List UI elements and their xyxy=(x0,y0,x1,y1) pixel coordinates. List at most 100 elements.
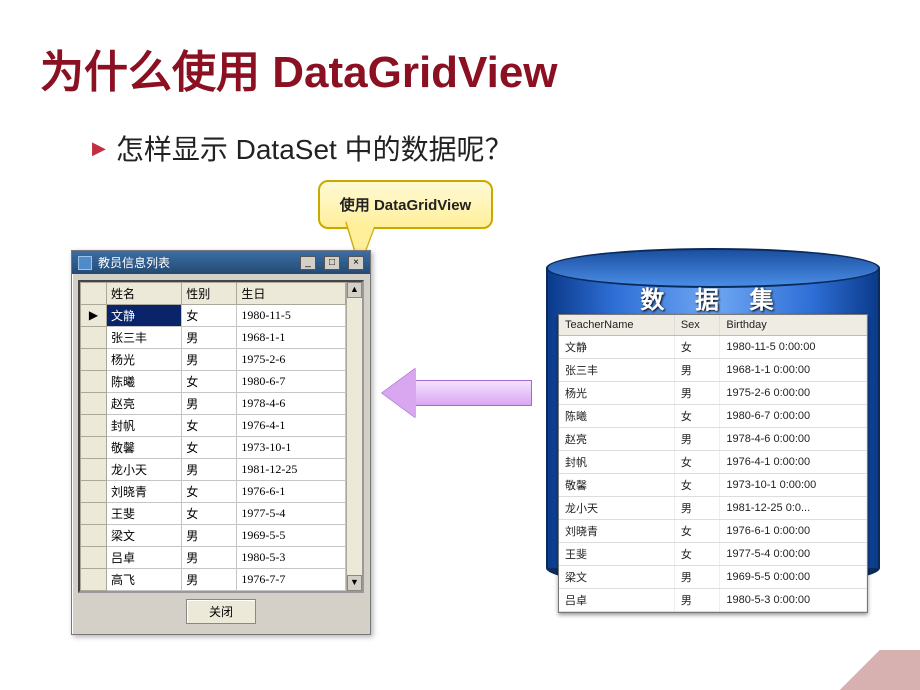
cell-birthday: 1976-4-1 0:00:00 xyxy=(720,451,867,474)
cell-sex[interactable]: 女 xyxy=(182,305,237,327)
table-row[interactable]: 张三丰男1968-1-1 xyxy=(81,327,346,349)
app-icon xyxy=(78,256,92,270)
cell-sex[interactable]: 女 xyxy=(182,437,237,459)
cell-name[interactable]: 龙小天 xyxy=(107,459,182,481)
dataset-cylinder: 数 据 集 TeacherName Sex Birthday 文静女1980-1… xyxy=(546,248,880,588)
cell-birthday[interactable]: 1977-5-4 xyxy=(237,503,346,525)
cell-sex: 女 xyxy=(674,451,720,474)
cell-birthday[interactable]: 1978-4-6 xyxy=(237,393,346,415)
cell-birthday[interactable]: 1968-1-1 xyxy=(237,327,346,349)
cell-name: 龙小天 xyxy=(559,497,674,520)
cell-sex[interactable]: 男 xyxy=(182,459,237,481)
cell-birthday: 1980-11-5 0:00:00 xyxy=(720,336,867,359)
cell-sex[interactable]: 女 xyxy=(182,371,237,393)
dgv-corner[interactable] xyxy=(81,283,107,305)
table-row: 梁文男1969-5-5 0:00:00 xyxy=(559,566,867,589)
cell-sex[interactable]: 女 xyxy=(182,481,237,503)
cell-sex: 男 xyxy=(674,359,720,382)
table-row: 敬馨女1973-10-1 0:00:00 xyxy=(559,474,867,497)
table-row[interactable]: 高飞男1976-7-7 xyxy=(81,569,346,591)
cell-sex: 女 xyxy=(674,474,720,497)
table-row[interactable]: 梁文男1969-5-5 xyxy=(81,525,346,547)
row-header[interactable] xyxy=(81,437,107,459)
row-header[interactable] xyxy=(81,481,107,503)
table-row[interactable]: 杨光男1975-2-6 xyxy=(81,349,346,371)
cell-birthday[interactable]: 1973-10-1 xyxy=(237,437,346,459)
row-header[interactable]: ▶ xyxy=(81,305,107,327)
minimize-button[interactable]: _ xyxy=(300,256,316,270)
cell-birthday[interactable]: 1976-4-1 xyxy=(237,415,346,437)
cell-name[interactable]: 陈曦 xyxy=(107,371,182,393)
row-header[interactable] xyxy=(81,525,107,547)
table-row: 赵亮男1978-4-6 0:00:00 xyxy=(559,428,867,451)
cell-name[interactable]: 王斐 xyxy=(107,503,182,525)
cell-birthday[interactable]: 1980-11-5 xyxy=(237,305,346,327)
table-row[interactable]: 龙小天男1981-12-25 xyxy=(81,459,346,481)
table-row[interactable]: 赵亮男1978-4-6 xyxy=(81,393,346,415)
cell-sex[interactable]: 男 xyxy=(182,349,237,371)
cell-birthday[interactable]: 1976-7-7 xyxy=(237,569,346,591)
slide-corner-decoration xyxy=(800,650,920,690)
ds-col-name: TeacherName xyxy=(559,315,674,336)
scroll-track[interactable] xyxy=(347,298,362,575)
cell-name[interactable]: 吕卓 xyxy=(107,547,182,569)
cell-sex[interactable]: 男 xyxy=(182,547,237,569)
table-row[interactable]: ▶文静女1980-11-5 xyxy=(81,305,346,327)
scroll-up-icon[interactable]: ▲ xyxy=(347,282,362,298)
scroll-down-icon[interactable]: ▼ xyxy=(347,575,362,591)
titlebar[interactable]: 教员信息列表 _ □ × xyxy=(72,251,370,274)
cell-name: 封帆 xyxy=(559,451,674,474)
dgv-col-name[interactable]: 姓名 xyxy=(107,283,182,305)
row-header[interactable] xyxy=(81,371,107,393)
cell-sex[interactable]: 男 xyxy=(182,569,237,591)
cell-birthday[interactable]: 1980-5-3 xyxy=(237,547,346,569)
table-row[interactable]: 敬馨女1973-10-1 xyxy=(81,437,346,459)
table-row[interactable]: 王斐女1977-5-4 xyxy=(81,503,346,525)
cell-sex[interactable]: 男 xyxy=(182,393,237,415)
cell-name[interactable]: 高飞 xyxy=(107,569,182,591)
cell-birthday[interactable]: 1976-6-1 xyxy=(237,481,346,503)
row-header[interactable] xyxy=(81,569,107,591)
cell-name[interactable]: 张三丰 xyxy=(107,327,182,349)
cell-birthday[interactable]: 1969-5-5 xyxy=(237,525,346,547)
scrollbar[interactable]: ▲ ▼ xyxy=(346,282,362,591)
cell-sex: 女 xyxy=(674,405,720,428)
maximize-button[interactable]: □ xyxy=(324,256,340,270)
cell-name[interactable]: 敬馨 xyxy=(107,437,182,459)
table-row: 张三丰男1968-1-1 0:00:00 xyxy=(559,359,867,382)
row-header[interactable] xyxy=(81,393,107,415)
close-window-button[interactable]: × xyxy=(348,256,364,270)
cell-sex[interactable]: 女 xyxy=(182,415,237,437)
row-header[interactable] xyxy=(81,503,107,525)
cell-birthday[interactable]: 1975-2-6 xyxy=(237,349,346,371)
table-row[interactable]: 陈曦女1980-6-7 xyxy=(81,371,346,393)
row-header[interactable] xyxy=(81,459,107,481)
cell-name[interactable]: 刘晓青 xyxy=(107,481,182,503)
row-header[interactable] xyxy=(81,327,107,349)
cell-name: 文静 xyxy=(559,336,674,359)
table-row[interactable]: 封帆女1976-4-1 xyxy=(81,415,346,437)
cell-birthday[interactable]: 1981-12-25 xyxy=(237,459,346,481)
table-row[interactable]: 吕卓男1980-5-3 xyxy=(81,547,346,569)
cell-name[interactable]: 杨光 xyxy=(107,349,182,371)
cell-birthday[interactable]: 1980-6-7 xyxy=(237,371,346,393)
table-row[interactable]: 刘晓青女1976-6-1 xyxy=(81,481,346,503)
row-header[interactable] xyxy=(81,349,107,371)
dgv-col-birthday[interactable]: 生日 xyxy=(237,283,346,305)
cell-name[interactable]: 文静 xyxy=(107,305,182,327)
datagridview[interactable]: 姓名 性别 生日 ▶文静女1980-11-5张三丰男1968-1-1杨光男197… xyxy=(78,280,364,593)
cell-birthday: 1969-5-5 0:00:00 xyxy=(720,566,867,589)
row-header[interactable] xyxy=(81,415,107,437)
cell-sex[interactable]: 女 xyxy=(182,503,237,525)
row-header[interactable] xyxy=(81,547,107,569)
cell-birthday: 1976-6-1 0:00:00 xyxy=(720,520,867,543)
dgv-col-sex[interactable]: 性别 xyxy=(182,283,237,305)
table-row: 陈曦女1980-6-7 0:00:00 xyxy=(559,405,867,428)
close-button[interactable]: 关闭 xyxy=(186,599,256,624)
cell-sex[interactable]: 男 xyxy=(182,525,237,547)
table-row: 吕卓男1980-5-3 0:00:00 xyxy=(559,589,867,612)
cell-name[interactable]: 赵亮 xyxy=(107,393,182,415)
cell-name[interactable]: 梁文 xyxy=(107,525,182,547)
cell-name[interactable]: 封帆 xyxy=(107,415,182,437)
cell-sex[interactable]: 男 xyxy=(182,327,237,349)
